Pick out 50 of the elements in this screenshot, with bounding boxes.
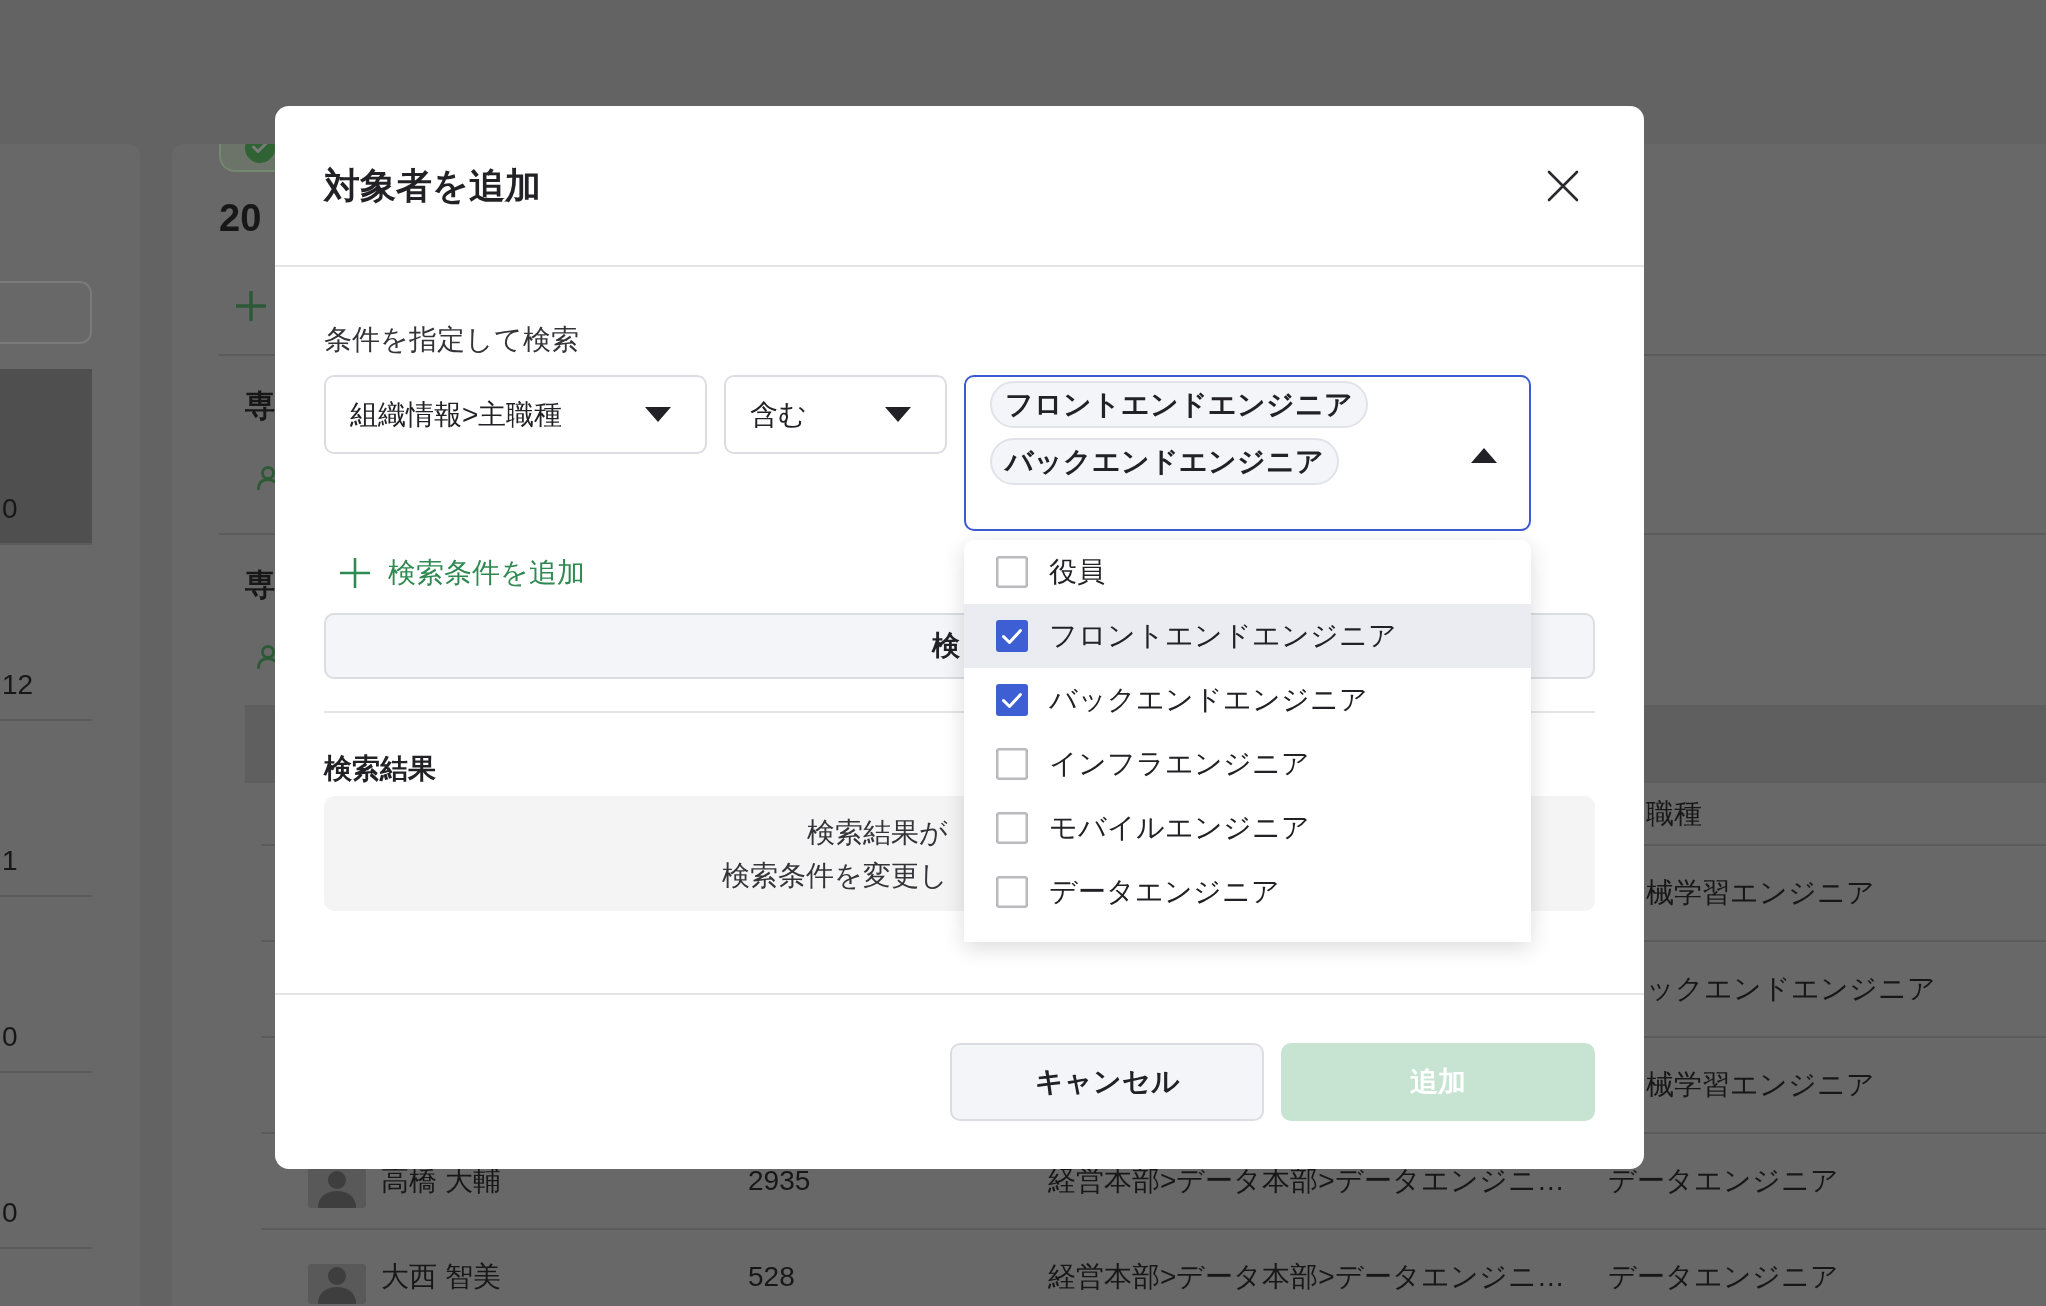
value-chip: バックエンドエンジニア bbox=[990, 438, 1339, 485]
dropdown-option[interactable]: フロントエンドエンジニア bbox=[964, 604, 1531, 668]
table-cell-text: 高橋 大輔 bbox=[381, 1164, 502, 1198]
results-title: 検索結果 bbox=[324, 754, 436, 784]
field-select[interactable]: 組織情報>主職種 bbox=[324, 375, 707, 454]
dialog-title: 対象者を追加 bbox=[324, 163, 541, 208]
dropdown-option[interactable]: 役員 bbox=[964, 540, 1531, 604]
multi-select-field[interactable]: フロントエンドエンジニア バックエンドエンジニア bbox=[964, 375, 1531, 531]
checkbox[interactable] bbox=[996, 748, 1028, 780]
checkbox[interactable] bbox=[996, 876, 1028, 908]
dropdown-option[interactable]: バックエンドエンジニア bbox=[964, 668, 1531, 732]
section-title: 専 bbox=[245, 569, 275, 601]
search-label: 条件を指定して検索 bbox=[324, 323, 579, 357]
column-header: 職種 bbox=[1645, 796, 1703, 831]
dropdown-option[interactable]: データエンジニア bbox=[964, 860, 1531, 924]
row-value-text: 1 bbox=[2, 847, 18, 875]
checkbox[interactable] bbox=[996, 556, 1028, 588]
add-condition-link[interactable]: 検索条件を追加 bbox=[339, 553, 585, 593]
table-cell-text: ックエンドエンジニア bbox=[1645, 972, 1937, 1006]
table-cell-text: 大西 智美 bbox=[381, 1260, 502, 1294]
table-cell-text: データエンジニア bbox=[1608, 1164, 1840, 1198]
avatar-icon bbox=[308, 1264, 366, 1304]
dropdown-option[interactable]: インフラエンジニア bbox=[964, 732, 1531, 796]
avatar-icon bbox=[308, 1168, 366, 1208]
plus-icon[interactable] bbox=[235, 290, 267, 322]
operator-select[interactable]: 含む bbox=[724, 375, 947, 454]
table-cell-text: 経営本部>データ本部>データエンジニ… bbox=[1048, 1260, 1566, 1294]
section-title: 専 bbox=[245, 390, 275, 422]
table-cell-text: 528 bbox=[748, 1260, 796, 1294]
row-value-text: 0 bbox=[2, 1199, 18, 1227]
person-icon bbox=[257, 645, 275, 669]
person-icon bbox=[257, 466, 275, 490]
table-cell-text: 械学習エンジニア bbox=[1645, 1068, 1876, 1102]
table-cell-text: 2935 bbox=[748, 1164, 812, 1198]
checkbox[interactable] bbox=[996, 684, 1028, 716]
table-cell-text: 経営本部>データ本部>データエンジニ… bbox=[1048, 1164, 1566, 1198]
checkbox[interactable] bbox=[996, 812, 1028, 844]
checkbox[interactable] bbox=[996, 620, 1028, 652]
table-cell-text: 械学習エンジニア bbox=[1645, 876, 1876, 910]
row-value-text: 0 bbox=[2, 1023, 18, 1051]
row-value-text: 0 bbox=[2, 495, 18, 523]
empty-message: 検索結果が 検索条件を変更し bbox=[722, 815, 948, 893]
table-cell-text: データエンジニア bbox=[1608, 1260, 1840, 1294]
plus-icon bbox=[339, 557, 371, 589]
dropdown-option[interactable]: モバイルエンジニア bbox=[964, 796, 1531, 860]
value-chip: フロントエンドエンジニア bbox=[990, 381, 1368, 428]
close-icon[interactable] bbox=[1547, 169, 1579, 202]
cancel-button[interactable]: キャンセル bbox=[950, 1043, 1264, 1121]
row-value-text: 12 bbox=[2, 671, 34, 699]
page-title: 20 bbox=[219, 198, 262, 238]
